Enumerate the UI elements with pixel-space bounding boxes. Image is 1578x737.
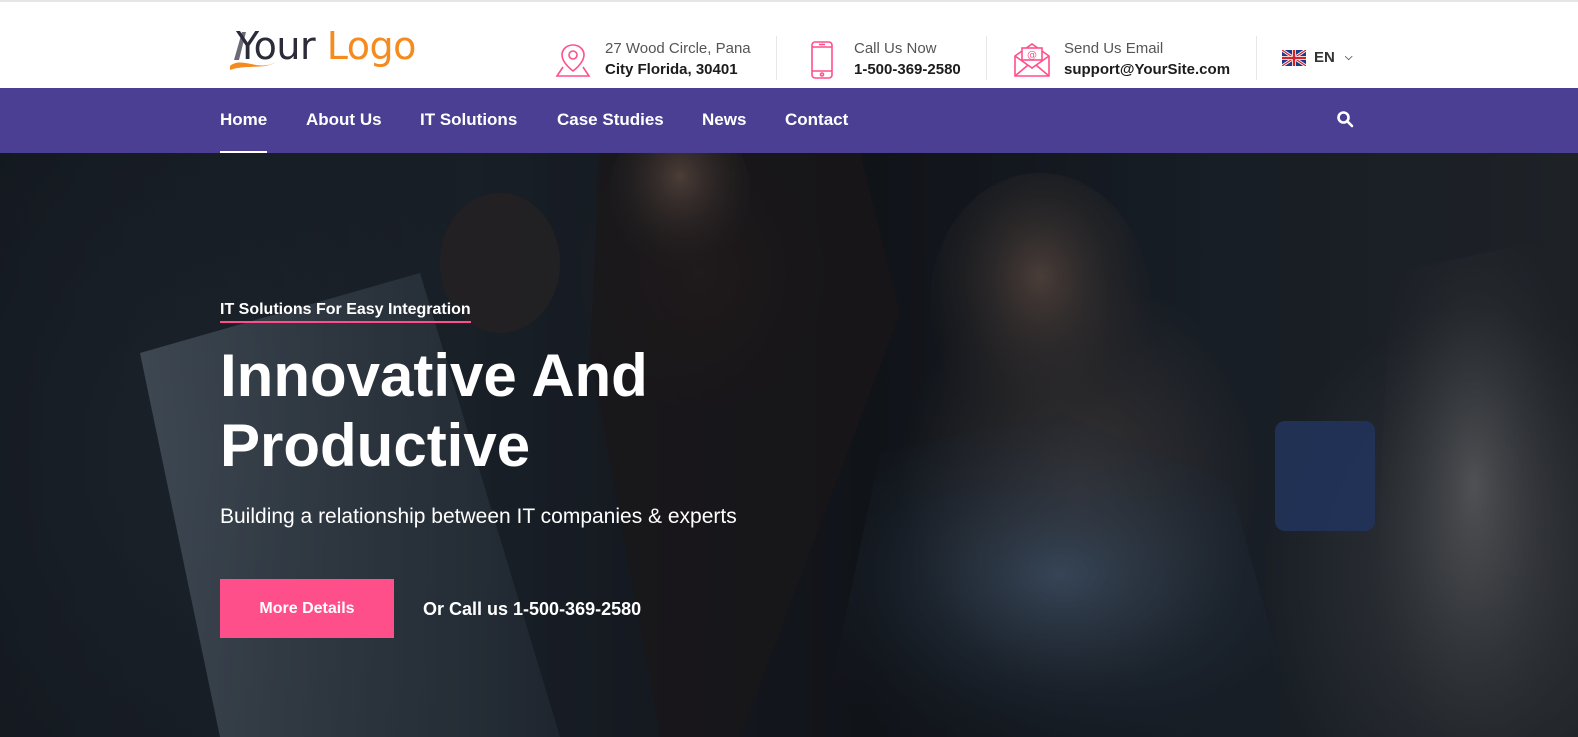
main-navigation: Home About Us IT Solutions Case Studies …: [0, 88, 1578, 153]
hero-title-line-1: Innovative And: [220, 342, 648, 409]
svg-text:@: @: [1027, 50, 1037, 61]
divider: [776, 36, 777, 80]
divider: [1256, 36, 1257, 80]
call-us-link[interactable]: Or Call us 1-500-369-2580: [423, 599, 641, 620]
phone-info: Call Us Now 1-500-369-2580: [802, 38, 961, 82]
email-address-link[interactable]: support@YourSite.com: [1064, 59, 1230, 81]
uk-flag-icon: [1282, 49, 1306, 66]
logo-word-logo: Logo: [326, 24, 417, 68]
hero-banner: IT Solutions For Easy Integration Innova…: [0, 153, 1578, 737]
mobile-phone-icon: [802, 40, 842, 80]
hero-title: Innovative And Productive: [220, 341, 840, 481]
address-line-1: 27 Wood Circle, Pana: [605, 40, 751, 57]
hero-title-line-2: Productive: [220, 412, 531, 479]
hero-subtitle: IT Solutions For Easy Integration: [220, 301, 471, 323]
envelope-icon: @: [1012, 40, 1052, 80]
chevron-down-icon: ⌵: [1344, 52, 1353, 63]
divider: [986, 36, 987, 80]
top-header: Your Logo 27 Wood Circle, Pana City Flor…: [0, 0, 1578, 88]
logo-word-your: Your: [236, 24, 316, 68]
nav-item-it-solutions[interactable]: IT Solutions: [420, 88, 517, 153]
phone-number-link[interactable]: 1-500-369-2580: [854, 59, 961, 81]
phone-label: Call Us Now: [854, 40, 937, 57]
language-selector[interactable]: EN ⌵: [1282, 49, 1352, 66]
nav-item-about-us[interactable]: About Us: [306, 88, 382, 153]
nav-item-news[interactable]: News: [702, 88, 746, 153]
hero-description: Building a relationship between IT compa…: [220, 505, 737, 528]
more-details-button[interactable]: More Details: [220, 579, 394, 638]
language-code: EN: [1314, 49, 1335, 66]
nav-item-case-studies[interactable]: Case Studies: [557, 88, 664, 153]
nav-item-home[interactable]: Home: [220, 88, 268, 153]
address-info: 27 Wood Circle, Pana City Florida, 30401: [553, 38, 751, 82]
search-icon[interactable]: [1336, 110, 1356, 130]
map-pin-icon: [553, 40, 593, 80]
email-info: @ Send Us Email support@YourSite.com: [1012, 38, 1230, 82]
address-line-2: City Florida, 30401: [605, 61, 738, 78]
nav-item-contact[interactable]: Contact: [785, 88, 848, 153]
site-logo[interactable]: Your Logo: [228, 22, 428, 74]
email-label: Send Us Email: [1064, 40, 1164, 57]
